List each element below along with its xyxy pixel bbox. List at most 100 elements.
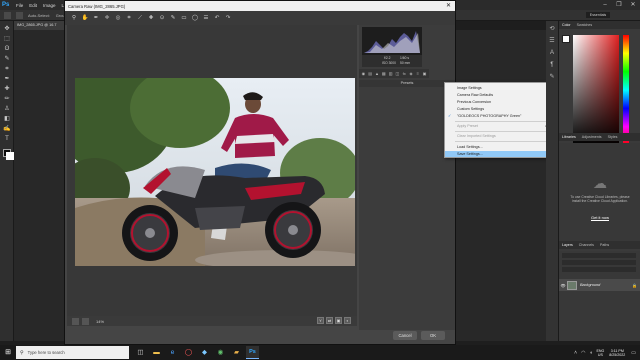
radial-filter-icon[interactable]: ◯ xyxy=(191,14,199,22)
rotate-left-icon[interactable]: ↶ xyxy=(213,14,221,22)
ok-button[interactable]: OK xyxy=(421,331,445,340)
menu-item-save-settings[interactable]: Save Settings... xyxy=(445,151,551,157)
rotate-right-icon[interactable]: ↷ xyxy=(224,14,232,22)
history-icon[interactable]: ⟲ xyxy=(548,25,556,33)
zoom-level[interactable]: 14% xyxy=(96,319,104,324)
menu-item-previous-conversion[interactable]: Previous Conversion xyxy=(445,99,551,105)
tab-paths[interactable]: Paths xyxy=(600,243,609,247)
brush-tool-icon[interactable]: ✏ xyxy=(3,95,11,103)
clone-stamp-tool-icon[interactable]: ♙ xyxy=(3,105,11,113)
wifi-icon[interactable]: ◠ xyxy=(581,350,585,356)
taskbar-search-box[interactable]: ⚲ Type here to search xyxy=(16,346,129,359)
menu-image[interactable]: Image xyxy=(43,3,56,8)
saturation-field[interactable] xyxy=(573,35,619,145)
maximize-icon[interactable]: ❐ xyxy=(612,0,626,10)
character-icon[interactable]: A xyxy=(548,49,556,57)
swap-icon[interactable]: ⇄ xyxy=(326,317,333,324)
background-color-swatch[interactable] xyxy=(6,152,14,160)
close-icon[interactable]: ✕ xyxy=(446,1,451,11)
tab-swatches[interactable]: Swatches xyxy=(577,23,593,27)
graduated-filter-icon[interactable]: ▭ xyxy=(180,14,188,22)
get-it-now-link[interactable]: Get it now xyxy=(585,215,615,220)
copy-settings-icon[interactable]: ▣ xyxy=(335,317,342,324)
zoom-tool-icon[interactable]: ⚲ xyxy=(70,14,78,22)
minimize-icon[interactable]: – xyxy=(598,0,612,10)
volume-icon[interactable]: ◖ xyxy=(589,350,592,356)
notifications-icon[interactable]: ▭ xyxy=(631,350,636,356)
folder-icon[interactable]: ▰ xyxy=(230,346,243,359)
workspace-switcher[interactable]: Essentials xyxy=(586,12,610,18)
taskbar-clock[interactable]: 3:11 PM 8/25/2022 xyxy=(609,349,625,357)
tab-styles[interactable]: Styles xyxy=(608,135,618,139)
lens-tab-icon[interactable]: ◫ xyxy=(395,71,400,76)
white-balance-tool-icon[interactable]: ✒ xyxy=(92,14,100,22)
quick-select-tool-icon[interactable]: ✎ xyxy=(3,55,11,63)
marquee-tool-icon[interactable]: ⬚ xyxy=(3,35,11,43)
cancel-button[interactable]: Cancel xyxy=(393,331,417,340)
opera-icon[interactable]: ◯ xyxy=(182,346,195,359)
tab-channels[interactable]: Channels xyxy=(579,243,594,247)
chevron-up-icon[interactable]: ˄ xyxy=(574,350,577,356)
menu-item-image-settings[interactable]: Image Settings xyxy=(445,85,551,91)
type-tool-icon[interactable]: T xyxy=(3,135,11,143)
tab-color[interactable]: Color xyxy=(562,23,571,27)
adjustment-brush-icon[interactable]: ✎ xyxy=(169,14,177,22)
split-toning-tab-icon[interactable]: ▥ xyxy=(388,71,393,76)
tone-curve-tab-icon[interactable]: ▤ xyxy=(368,71,373,76)
crop-tool-icon[interactable]: ⌗ xyxy=(3,65,11,73)
hand-tool-icon[interactable]: ✋ xyxy=(81,14,89,22)
menu-file[interactable]: File xyxy=(16,3,23,8)
file-explorer-icon[interactable]: ▬ xyxy=(150,346,163,359)
paragraph-icon[interactable]: ¶ xyxy=(548,61,556,69)
color-swatch-mini[interactable] xyxy=(562,35,570,43)
layer-filter-row[interactable] xyxy=(562,253,636,258)
preferences-icon[interactable]: ☰ xyxy=(202,14,210,22)
color-sampler-tool-icon[interactable]: ✛ xyxy=(103,14,111,22)
edge-icon[interactable]: e xyxy=(166,346,179,359)
lasso-tool-icon[interactable]: ʘ xyxy=(3,45,11,53)
move-tool-icon[interactable] xyxy=(4,11,11,19)
basic-tab-icon[interactable]: ◉ xyxy=(361,71,366,76)
menu-item-custom-settings[interactable]: Custom Settings xyxy=(445,106,551,112)
detail-tab-icon[interactable]: ▲ xyxy=(375,71,380,76)
red-eye-icon[interactable]: ⊙ xyxy=(158,14,166,22)
spot-removal-icon[interactable]: ✚ xyxy=(147,14,155,22)
windows-start-icon[interactable]: ⊞ xyxy=(0,345,16,360)
before-after-icon[interactable]: Y xyxy=(317,317,324,324)
blend-mode-row[interactable] xyxy=(562,260,636,265)
toggle-preview-icon[interactable]: ◐ xyxy=(344,317,351,324)
pen-tool-icon[interactable]: ✍ xyxy=(3,125,11,133)
color-picker[interactable] xyxy=(573,35,629,145)
zoom-in-button[interactable] xyxy=(82,317,89,325)
menu-item-camera-raw-defaults[interactable]: Camera Raw Defaults xyxy=(445,92,551,98)
straighten-tool-icon[interactable]: ⟋ xyxy=(136,14,144,22)
healing-brush-tool-icon[interactable]: ✚ xyxy=(3,85,11,93)
zoom-out-button[interactable] xyxy=(72,317,79,325)
targeted-adjustment-icon[interactable]: ◎ xyxy=(114,14,122,22)
store-icon[interactable]: ◆ xyxy=(198,346,211,359)
effects-tab-icon[interactable]: fx xyxy=(402,71,407,76)
chrome-icon[interactable]: ◉ xyxy=(214,346,227,359)
visibility-eye-icon[interactable]: 👁 xyxy=(559,283,567,288)
menu-edit[interactable]: Edit xyxy=(29,3,37,8)
snapshots-tab-icon[interactable]: ▣ xyxy=(422,71,427,76)
lock-row[interactable] xyxy=(562,267,636,272)
auto-select-checkbox[interactable] xyxy=(16,11,23,19)
hue-slider[interactable] xyxy=(623,35,629,145)
photoshop-taskbar-icon[interactable]: Ps xyxy=(246,346,259,359)
hsl-tab-icon[interactable]: ▦ xyxy=(381,71,386,76)
crop-tool-icon[interactable]: ⌗ xyxy=(125,14,133,22)
layer-row[interactable]: 👁 Background 🔒 xyxy=(559,279,640,291)
properties-icon[interactable]: ☰ xyxy=(548,37,556,45)
eraser-tool-icon[interactable]: ◧ xyxy=(3,115,11,123)
close-window-icon[interactable]: ✕ xyxy=(626,0,640,10)
presets-tab-icon[interactable]: ≡ xyxy=(415,71,420,76)
menu-item-preset-goldeocs[interactable]: ✓ "GOLDEOCS PHOTOGRAPHY Green" xyxy=(445,113,551,119)
eyedropper-tool-icon[interactable]: ✒ xyxy=(3,75,11,83)
tab-libraries[interactable]: Libraries xyxy=(562,135,576,139)
move-tool-icon[interactable]: ✥ xyxy=(3,25,11,33)
task-view-icon[interactable]: ◫ xyxy=(134,346,147,359)
language-indicator[interactable]: ENG US xyxy=(596,349,604,357)
calibration-tab-icon[interactable]: ◈ xyxy=(409,71,414,76)
tab-adjustments[interactable]: Adjustments xyxy=(582,135,602,139)
